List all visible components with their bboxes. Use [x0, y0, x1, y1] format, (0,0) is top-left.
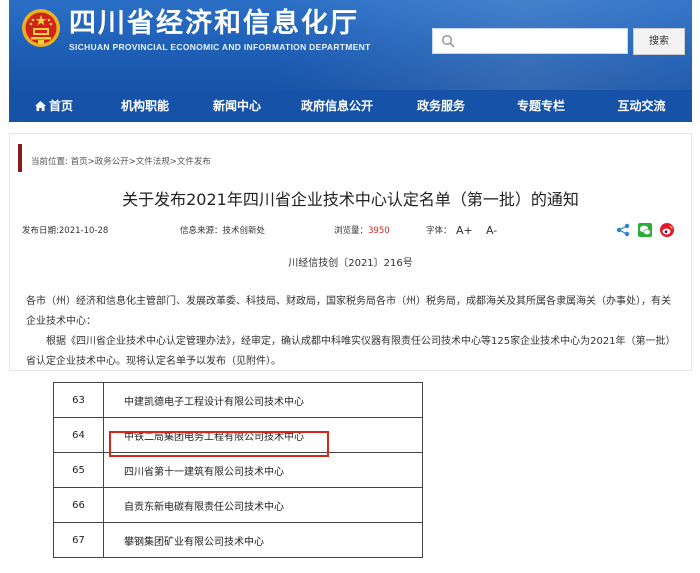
- nav-item-gov-info[interactable]: 政府信息公开: [283, 90, 391, 122]
- row-number: 64: [53, 417, 104, 453]
- nav-item-label: 首页: [48, 99, 73, 113]
- row-number: 63: [53, 382, 104, 418]
- search-input[interactable]: [459, 31, 627, 53]
- views-value: 3950: [368, 226, 390, 236]
- font-increase-button[interactable]: A+: [456, 224, 473, 237]
- date-label: 发布日期:: [22, 226, 59, 236]
- home-icon: [34, 101, 46, 111]
- row-number: 65: [53, 452, 104, 488]
- paragraph: 各市（州）经济和信息化主管部门、发展改革委、科技局、财政局，国家税务局各市（州）…: [26, 296, 671, 327]
- publish-date: 发布日期:2021-10-28: [22, 224, 108, 236]
- search-box[interactable]: [432, 28, 628, 54]
- article-body: 各市（州）经济和信息化主管部门、发展改革委、科技局、财政局，国家税务局各市（州）…: [26, 292, 678, 372]
- company-name: 攀钢集团矿业有限公司技术中心: [103, 522, 423, 558]
- table-row: 67 攀钢集团矿业有限公司技术中心: [53, 522, 423, 558]
- search-icon: [441, 34, 455, 48]
- source-label: 信息来源：: [180, 226, 223, 236]
- search-button[interactable]: 搜索: [633, 28, 685, 55]
- info-source: 信息来源：技术创新处: [180, 224, 265, 236]
- nav-item-home[interactable]: 首页: [9, 90, 99, 122]
- accent-bar: [18, 144, 22, 172]
- row-number: 66: [53, 487, 104, 523]
- wechat-icon[interactable]: [638, 223, 652, 237]
- view-count: 浏览量：3950: [334, 224, 390, 236]
- weibo-icon[interactable]: [660, 223, 674, 237]
- main-nav: 首页 机构职能 新闻中心 政府信息公开 政务服务 专题专栏 互动交流: [9, 90, 692, 122]
- page-title: 关于发布2021年四川省企业技术中心认定名单（第一批）的通知: [122, 190, 579, 209]
- date-value: 2021-10-28: [58, 226, 109, 236]
- site-subtitle: SICHUAN PROVINCIAL ECONOMIC AND INFORMAT…: [69, 42, 371, 52]
- views-label: 浏览量：: [334, 226, 369, 236]
- nav-item-news[interactable]: 新闻中心: [191, 90, 283, 122]
- company-name: 中铁二局集团电务工程有限公司技术中心: [103, 417, 423, 453]
- paragraph: 根据《四川省企业技术中心认定管理办法》，经审定，确认成都中科唯实仪器有限责任公司…: [26, 336, 676, 367]
- nav-item-interaction[interactable]: 互动交流: [591, 90, 692, 122]
- certified-list-table: 63 中建凯德电子工程设计有限公司技术中心 64 中铁二局集团电务工程有限公司技…: [53, 382, 423, 573]
- breadcrumb[interactable]: 当前位置: 首页>政务公开>文件法规>文件发布: [31, 155, 211, 167]
- company-name: 中建凯德电子工程设计有限公司技术中心: [103, 382, 423, 418]
- font-decrease-button[interactable]: A-: [486, 224, 497, 237]
- article-panel: 当前位置: 首页>政务公开>文件法规>文件发布 关于发布2021年四川省企业技术…: [9, 133, 692, 371]
- national-emblem-icon: [22, 9, 60, 47]
- company-name: 自贡东新电碳有限责任公司技术中心: [103, 487, 423, 523]
- article-meta: 发布日期:2021-10-28 信息来源：技术创新处 浏览量：3950 字体： …: [18, 222, 684, 240]
- site-title: 四川省经济和信息化厅: [69, 8, 359, 39]
- nav-item-institution[interactable]: 机构职能: [99, 90, 191, 122]
- nav-item-services[interactable]: 政务服务: [391, 90, 491, 122]
- table-row: 66 自贡东新电碳有限责任公司技术中心: [53, 487, 423, 523]
- source-value: 技术创新处: [222, 226, 266, 236]
- share-icon[interactable]: [616, 223, 630, 237]
- row-number: 67: [53, 522, 104, 558]
- table-row: 64 中铁二局集团电务工程有限公司技术中心: [53, 417, 423, 453]
- table-row: 63 中建凯德电子工程设计有限公司技术中心: [53, 382, 423, 418]
- document-number: 川经信技创〔2021〕216号: [288, 258, 413, 269]
- table-row: 65 四川省第十一建筑有限公司技术中心: [53, 452, 423, 488]
- company-name: 四川省第十一建筑有限公司技术中心: [103, 452, 423, 488]
- font-label: 字体：: [426, 226, 452, 236]
- nav-item-topics[interactable]: 专题专栏: [491, 90, 591, 122]
